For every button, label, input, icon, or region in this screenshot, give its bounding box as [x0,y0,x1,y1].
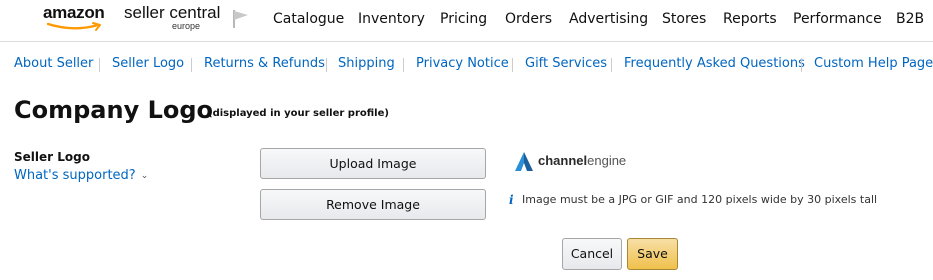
top-header: amazon seller central europe Catalogue I… [0,0,933,42]
whats-supported-link[interactable]: What's supported? ⌄ [14,168,148,183]
logo-preview-channel: channel [538,153,588,168]
subnav-gift-services[interactable]: Gift Services [525,56,607,71]
upload-image-button[interactable]: Upload Image [260,148,486,179]
subnav-custom-help-pages[interactable]: Custom Help Pages [814,56,933,71]
amazon-smile-icon [46,22,101,31]
subnav-divider [326,58,327,72]
flag-icon[interactable] [232,9,250,29]
whats-supported-text: What's supported? [14,168,136,183]
nav-inventory[interactable]: Inventory [358,11,425,27]
nav-stores[interactable]: Stores [662,11,706,27]
nav-catalogue[interactable]: Catalogue [273,11,344,27]
logo-amazon-text: amazon [43,3,105,22]
nav-orders[interactable]: Orders [505,11,552,27]
nav-performance[interactable]: Performance [793,11,882,27]
subnav-privacy-notice[interactable]: Privacy Notice [416,56,509,71]
subnav-divider [191,58,192,72]
subnav-returns-refunds[interactable]: Returns & Refunds [204,56,325,71]
save-button[interactable]: Save [627,238,678,270]
logo-seller-central-text: seller central [124,3,221,22]
subnav-faq[interactable]: Frequently Asked Questions [624,56,805,71]
subnav-divider [403,58,404,72]
nav-advertising[interactable]: Advertising [569,11,648,27]
nav-pricing[interactable]: Pricing [440,11,487,27]
channelengine-logo-icon [515,152,533,171]
cancel-button[interactable]: Cancel [562,238,622,270]
logo-preview-text: channelengine [538,153,626,168]
page-subtitle: (displayed in your seller profile) [208,108,389,119]
seller-logo-label: Seller Logo [14,150,90,164]
info-icon: i [509,193,514,207]
subnav-divider [99,58,100,72]
subnav-divider [611,58,612,72]
remove-image-button[interactable]: Remove Image [260,189,486,220]
subnav-divider [801,58,802,72]
page-title: Company Logo [14,96,214,124]
logo-region-text: europe [172,21,201,31]
nav-reports[interactable]: Reports [723,11,777,27]
subnav-about-seller[interactable]: About Seller [14,56,93,71]
chevron-down-icon: ⌄ [140,171,149,181]
subnav-seller-logo[interactable]: Seller Logo [112,56,184,71]
seller-profile-subnav: About Seller Seller Logo Returns & Refun… [0,56,933,76]
logo-preview-engine: engine [587,153,627,168]
subnav-shipping[interactable]: Shipping [338,56,395,71]
image-requirements-text: Image must be a JPG or GIF and 120 pixel… [522,193,878,206]
nav-b2b[interactable]: B2B [896,11,924,27]
subnav-divider [512,58,513,72]
